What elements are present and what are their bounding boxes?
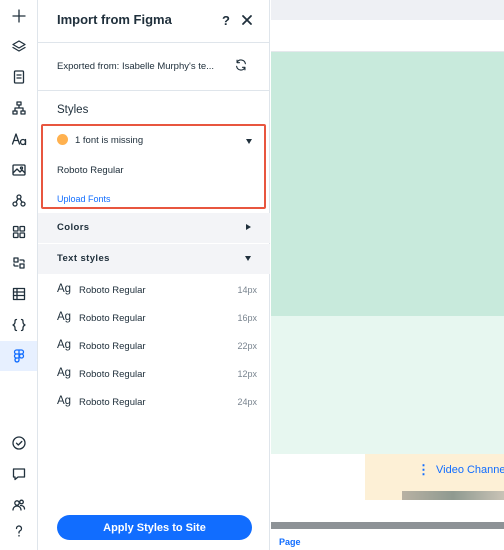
expand-caret-icon [246,224,251,230]
video-thumbnail [402,491,504,500]
figma-icon [13,349,24,363]
text-styles-label: Text styles [57,253,110,264]
text-style-preview: Ag [57,395,72,407]
collapse-caret-icon[interactable] [246,139,252,144]
text-style-preview: Ag [57,311,72,323]
warning-icon [57,134,68,145]
text-style-size: 14px [237,285,257,295]
text-style-size: 22px [237,341,257,351]
site-checklist-button[interactable] [0,428,37,458]
media-icon [11,164,26,176]
close-panel-button[interactable] [240,13,254,27]
text-style-preview: Ag [57,339,72,351]
fonts-button[interactable] [0,124,37,154]
left-toolbar [0,0,38,550]
text-style-size: 24px [237,397,257,407]
help-button[interactable] [0,516,37,546]
text-styles-section[interactable]: Text styles [38,244,270,274]
layers-button[interactable] [0,32,37,62]
collapse-caret-icon [245,256,251,261]
sitemap-icon [11,101,26,115]
upload-fonts-link[interactable]: Upload Fonts [57,194,111,204]
header-divider [38,42,270,43]
colors-section[interactable]: Colors [38,213,270,243]
business-apps-button[interactable] [0,248,37,278]
panel-help-button[interactable]: ? [222,13,230,28]
text-style-preview: Ag [57,367,72,379]
text-style-row[interactable]: Ag Roboto Regular 14px [38,275,270,303]
video-channel-element[interactable]: ⋮ Video Channe [365,454,504,500]
canvas-top-strip [271,0,504,20]
colors-label: Colors [57,222,90,233]
community-icon [11,499,25,511]
text-style-row[interactable]: Ag Roboto Regular 24px [38,387,270,415]
checklist-icon [11,436,26,450]
text-style-name: Roboto Regular [79,397,146,408]
section-divider [38,90,270,91]
text-style-row[interactable]: Ag Roboto Regular 22px [38,331,270,359]
app-market-icon [12,225,25,239]
missing-font-name: Roboto Regular [57,165,124,176]
text-style-name: Roboto Regular [79,285,146,296]
refresh-icon [236,59,246,71]
text-style-preview: Ag [57,283,72,295]
cms-button[interactable] [0,279,37,309]
add-icon [11,9,26,23]
text-style-size: 12px [237,369,257,379]
chat-button[interactable] [0,459,37,489]
text-style-row[interactable]: Ag Roboto Regular 12px [38,359,270,387]
media-button[interactable] [0,155,37,185]
text-style-name: Roboto Regular [79,313,146,324]
missing-font-box: 1 font is missing Roboto Regular Upload … [41,124,266,209]
apply-styles-button[interactable]: Apply Styles to Site [57,515,252,540]
apps-hub-button[interactable] [0,186,37,216]
page-label: Page [279,537,301,547]
exported-from-text: Exported from: Isabelle Murphy's te... [57,61,215,72]
hero-section[interactable] [271,52,504,316]
pages-icon [13,70,24,84]
business-apps-icon [12,257,25,269]
cms-table-icon [12,287,25,301]
content-section[interactable] [271,316,504,454]
fonts-icon [11,133,26,146]
sitemap-button[interactable] [0,93,37,123]
close-icon [242,15,252,25]
layers-icon [11,40,26,52]
site-header-section[interactable] [271,20,504,52]
more-actions-icon[interactable]: ⋮ [417,462,430,478]
video-channel-label: Video Channe [436,464,504,476]
text-style-size: 16px [237,313,257,323]
add-elements-button[interactable] [0,1,37,31]
footer-section[interactable] [271,454,365,500]
site-preview[interactable]: ⋮ Video Channe [271,20,504,500]
text-style-name: Roboto Regular [79,341,146,352]
panel-title: Import from Figma [57,12,172,27]
text-style-row[interactable]: Ag Roboto Regular 16px [38,303,270,331]
pages-button[interactable] [0,62,37,92]
figma-import-button[interactable] [0,341,37,371]
styles-heading: Styles [57,104,89,116]
figma-import-panel: Import from Figma ? Exported from: Isabe… [38,0,270,550]
dev-mode-button[interactable] [0,310,37,340]
editor-canvas[interactable]: ⋮ Video Channe Page [271,0,504,550]
code-braces-icon [11,318,26,332]
refresh-button[interactable] [234,58,250,74]
missing-font-text: 1 font is missing [75,135,144,146]
chat-icon [12,468,25,481]
help-icon [15,525,22,537]
text-style-name: Roboto Regular [79,369,146,380]
app-market-button[interactable] [0,217,37,247]
apps-hub-icon [11,194,26,207]
horizontal-scrollbar[interactable] [271,522,504,529]
